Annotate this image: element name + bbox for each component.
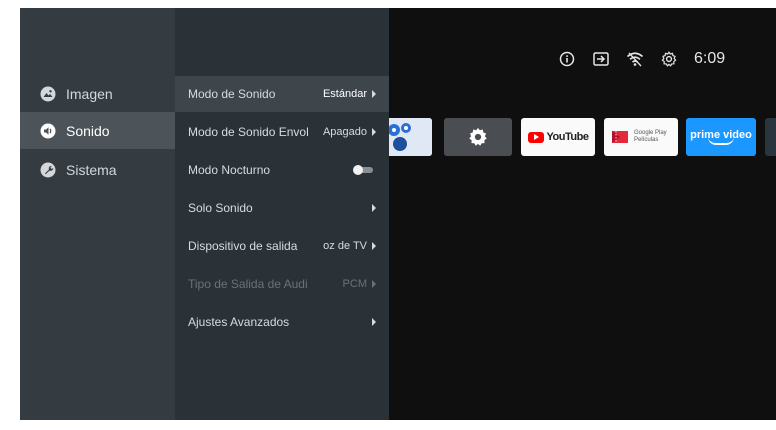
category-sonido[interactable]: Sonido <box>20 112 175 149</box>
chevron-right-icon <box>372 318 376 326</box>
category-label: Sistema <box>66 161 117 178</box>
setting-label: Modo de Sonido Envol <box>188 125 309 139</box>
tv-screen: 6:09 YouTube Google Play Películas prime… <box>20 8 776 420</box>
setting-label: Modo Nocturno <box>188 163 271 177</box>
setting-value: PCM <box>342 278 367 290</box>
app-tile-settings[interactable] <box>444 118 512 156</box>
setting-label: Dispositivo de salida <box>188 239 298 253</box>
wrench-icon <box>40 162 56 177</box>
app-tile-google-play-movies[interactable]: Google Play Películas <box>604 118 678 156</box>
setting-label: Solo Sonido <box>188 201 253 215</box>
settings-gear-icon[interactable] <box>658 48 680 70</box>
setting-modo-de-sonido-envolvente[interactable]: Modo de Sonido Envol Apagado <box>175 114 389 150</box>
chevron-right-icon <box>372 204 376 212</box>
setting-dispositivo-de-salida[interactable]: Dispositivo de salida oz de TV <box>175 228 389 264</box>
google-play-movies-icon <box>612 131 628 143</box>
setting-label: Modo de Sonido <box>188 87 276 101</box>
app-tile-youtube[interactable]: YouTube <box>521 118 595 156</box>
category-label: Sonido <box>66 122 110 139</box>
setting-tipo-de-salida-de-audio: Tipo de Salida de Audi PCM <box>175 266 389 302</box>
setting-value: Estándar <box>322 88 367 100</box>
category-label: Imagen <box>66 85 113 102</box>
google-play-label: Google Play <box>634 130 667 136</box>
peliculas-label: Películas <box>634 137 659 143</box>
chevron-right-icon <box>372 242 376 250</box>
info-icon[interactable] <box>556 48 578 70</box>
chevron-right-icon <box>372 280 376 288</box>
chevron-right-icon <box>372 128 376 136</box>
setting-ajustes-avanzados[interactable]: Ajustes Avanzados <box>175 304 389 340</box>
sound-icon <box>40 123 56 138</box>
google-play-text: Google Play Películas <box>634 130 667 144</box>
night-mode-toggle[interactable] <box>353 165 375 175</box>
picture-icon <box>40 86 56 101</box>
setting-label: Tipo de Salida de Audi <box>188 277 308 291</box>
input-source-icon[interactable] <box>590 48 612 70</box>
setting-label: Ajustes Avanzados <box>188 315 290 329</box>
prime-smile-icon <box>708 137 734 145</box>
gear-icon <box>469 128 487 146</box>
youtube-play-icon <box>527 131 544 143</box>
setting-value: oz de TV <box>323 240 367 252</box>
setting-modo-nocturno[interactable]: Modo Nocturno <box>175 152 389 188</box>
sound-settings-list: Modo de Sonido Estándar Modo de Sonido E… <box>175 8 389 420</box>
status-bar: 6:09 <box>556 48 725 70</box>
app-tile-prime-video[interactable]: prime video <box>686 118 756 156</box>
setting-value: Apagado <box>322 126 367 138</box>
setting-solo-sonido[interactable]: Solo Sonido <box>175 190 389 226</box>
youtube-label: YouTube <box>546 131 589 143</box>
wifi-icon[interactable] <box>624 48 646 70</box>
clock-time: 6:09 <box>694 50 726 67</box>
category-sistema[interactable]: Sistema <box>20 151 175 188</box>
settings-category-panel: Imagen Sonido Sistema <box>20 8 175 420</box>
toggle-knob <box>353 165 363 175</box>
app-tile-next-partial[interactable] <box>765 118 776 156</box>
category-imagen[interactable]: Imagen <box>20 75 175 112</box>
chevron-right-icon <box>372 90 376 98</box>
setting-modo-de-sonido[interactable]: Modo de Sonido Estándar <box>175 76 389 112</box>
app-row: YouTube Google Play Películas prime vide… <box>380 118 776 156</box>
